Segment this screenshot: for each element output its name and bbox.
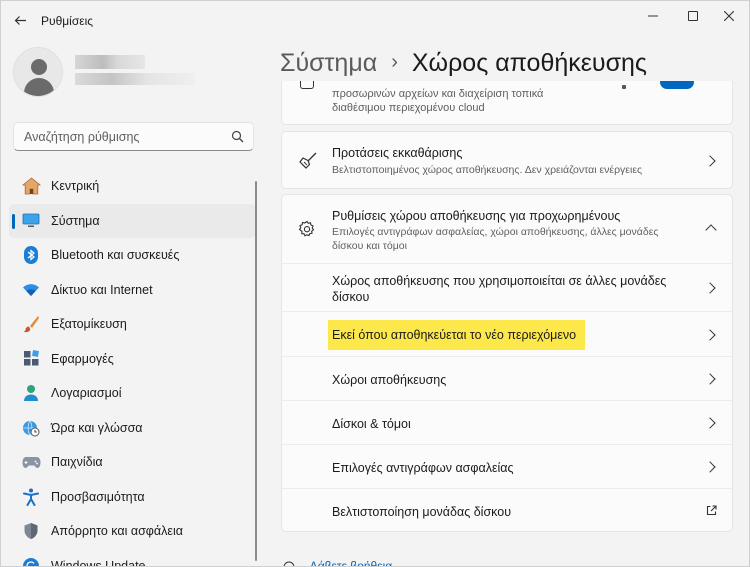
close-button[interactable] — [707, 5, 749, 27]
backup-options-row[interactable]: Επιλογές αντιγράφων ασφαλείας — [281, 444, 733, 489]
user-email-blurred — [75, 73, 195, 85]
sidebar-item-label: Προσβασιμότητα — [51, 489, 145, 504]
shield-icon — [21, 521, 41, 541]
title-bar: Ρυθμίσεις — [1, 1, 749, 39]
sidebar-item-label: Bluetooth και συσκευές — [51, 248, 180, 263]
sidebar-item-home[interactable]: Κεντρική — [9, 169, 256, 204]
sidebar-item-privacy-security[interactable]: Απόρρητο και ασφάλεια — [9, 514, 256, 549]
storage-sense-desc-line1: προσωρινών αρχείων και διαχείριση τοπικά — [332, 88, 544, 100]
storage-sense-toggle[interactable] — [660, 81, 694, 89]
chevron-right-icon — [704, 282, 716, 294]
other-drives-storage-row[interactable]: Χώρος αποθήκευσης που χρησιμοποιείται σε… — [281, 263, 733, 312]
chevron-partial-icon — [622, 85, 626, 89]
app-title: Ρυθμίσεις — [41, 14, 94, 28]
monitor-icon — [21, 211, 41, 231]
sidebar-item-label: Windows Update — [51, 558, 146, 567]
accessibility-icon — [21, 487, 41, 507]
sidebar-item-time-language[interactable]: Ώρα και γλώσσα — [9, 411, 256, 446]
back-arrow-icon — [14, 15, 26, 25]
wifi-icon — [21, 280, 41, 300]
open-external-icon — [706, 505, 717, 516]
where-new-content-saved-row[interactable]: Εκεί όπου αποθηκεύεται το νέο περιεχόμεν… — [281, 311, 733, 357]
minimize-icon — [648, 15, 658, 17]
broom-icon — [299, 152, 317, 169]
person-icon — [21, 383, 41, 403]
advanced-storage-card[interactable]: Ρυθμίσεις χώρου αποθήκευσης για προχωρημ… — [281, 194, 733, 264]
subitem-label: Χώροι αποθήκευσης — [332, 373, 447, 387]
settings-window: Ρυθμίσεις Κεντρική — [0, 0, 750, 567]
sidebar-nav: Κεντρική Σύστημα Bluetooth και συσκευές … — [9, 169, 256, 567]
brush-icon — [21, 314, 41, 334]
gear-icon — [298, 220, 315, 237]
sidebar-item-bluetooth[interactable]: Bluetooth και συσκευές — [9, 238, 256, 273]
advanced-desc: Επιλογές αντιγράφων ασφαλείας, χώροι απο… — [332, 226, 659, 252]
highlighted-text: Εκεί όπου αποθηκεύεται το νέο περιεχόμεν… — [328, 320, 586, 350]
disks-volumes-row[interactable]: Δίσκοι & τόμοι — [281, 400, 733, 445]
sidebar-item-system[interactable]: Σύστημα — [9, 203, 256, 238]
storage-sense-icon — [300, 81, 314, 89]
chevron-right-icon — [704, 329, 716, 341]
search-box[interactable] — [13, 122, 254, 151]
subitem-label: Επιλογές αντιγράφων ασφαλείας — [332, 461, 514, 475]
sidebar-item-label: Παιχνίδια — [51, 455, 103, 470]
storage-spaces-row[interactable]: Χώροι αποθήκευσης — [281, 356, 733, 401]
sidebar-item-label: Εφαρμογές — [51, 351, 114, 366]
get-help-label: Λάβετε βοήθεια — [309, 559, 393, 567]
sidebar-item-accounts[interactable]: Λογαριασμοί — [9, 376, 256, 411]
minimize-button[interactable] — [631, 5, 675, 27]
page-title: Χώρος αποθήκευσης — [411, 49, 647, 77]
gamepad-icon — [21, 452, 41, 472]
breadcrumb-separator: › — [391, 51, 398, 73]
subitem-label-highlighted: Εκεί όπου αποθηκεύεται το νέο περιεχόμεν… — [328, 320, 586, 350]
update-icon — [21, 556, 41, 566]
maximize-icon — [688, 11, 698, 21]
chevron-right-icon — [704, 155, 716, 167]
close-icon — [724, 11, 734, 21]
sidebar-item-label: Εξατομίκευση — [51, 317, 127, 332]
sidebar-item-windows-update[interactable]: Windows Update — [9, 549, 256, 567]
cleanup-title: Προτάσεις εκκαθάρισης — [332, 146, 463, 160]
apps-icon — [21, 349, 41, 369]
chevron-up-icon — [705, 224, 717, 236]
sidebar-item-label: Δίκτυο και Internet — [51, 282, 153, 297]
storage-sense-card[interactable]: προσωρινών αρχείων και διαχείριση τοπικά… — [281, 81, 733, 125]
sidebar-item-label: Λογαριασμοί — [51, 386, 122, 401]
selection-indicator — [12, 213, 15, 229]
sidebar-item-label: Σύστημα — [51, 213, 100, 228]
help-icon — [283, 561, 295, 566]
globe-clock-icon — [21, 418, 41, 438]
chevron-right-icon — [704, 373, 716, 385]
sidebar-item-label: Ώρα και γλώσσα — [51, 420, 143, 435]
breadcrumb-parent[interactable]: Σύστημα — [280, 49, 377, 78]
sidebar-item-network[interactable]: Δίκτυο και Internet — [9, 273, 256, 308]
subitem-label: Χώρος αποθήκευσης που χρησιμοποιείται σε… — [332, 274, 667, 304]
subitem-label: Βελτιστοποίηση μονάδας δίσκου — [332, 505, 512, 519]
search-icon — [231, 130, 244, 143]
drive-optimization-row[interactable]: Βελτιστοποίηση μονάδας δίσκου — [281, 488, 733, 532]
breadcrumb: Σύστημα › Χώρος αποθήκευσης — [280, 49, 647, 78]
sidebar-item-accessibility[interactable]: Προσβασιμότητα — [9, 480, 256, 515]
get-help-link[interactable]: Λάβετε βοήθεια — [283, 559, 393, 567]
cleanup-recommendations-card[interactable]: Προτάσεις εκκαθάρισης Βελτιστοποιημένος … — [281, 131, 733, 189]
sidebar-item-label: Κεντρική — [51, 179, 100, 194]
back-button[interactable] — [9, 9, 31, 31]
home-icon — [21, 176, 41, 196]
sidebar-scrollbar[interactable] — [255, 181, 257, 561]
user-name-blurred — [75, 55, 145, 69]
cleanup-desc: Βελτιστοποιημένος χώρος αποθήκευσης. Δεν… — [332, 164, 643, 176]
subitem-label: Δίσκοι & τόμοι — [332, 417, 411, 431]
storage-sense-desc-line2: διαθέσιμου περιεχομένου cloud — [332, 102, 485, 114]
advanced-title: Ρυθμίσεις χώρου αποθήκευσης για προχωρημ… — [332, 209, 621, 223]
chevron-right-icon — [704, 417, 716, 429]
search-input[interactable] — [14, 123, 224, 150]
sidebar-item-apps[interactable]: Εφαρμογές — [9, 342, 256, 377]
bluetooth-icon — [21, 245, 41, 265]
sidebar-item-gaming[interactable]: Παιχνίδια — [9, 445, 256, 480]
sidebar-item-personalization[interactable]: Εξατομίκευση — [9, 307, 256, 342]
chevron-right-icon — [704, 461, 716, 473]
avatar — [13, 47, 63, 97]
sidebar-item-label: Απόρρητο και ασφάλεια — [51, 524, 183, 539]
